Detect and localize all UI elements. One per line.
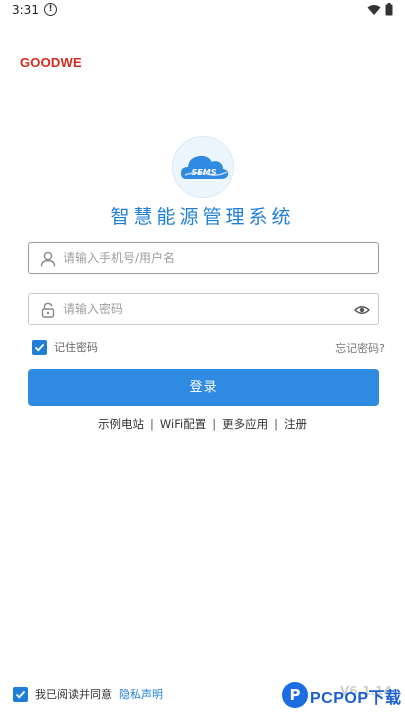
username-field[interactable]	[28, 242, 379, 274]
eye-icon[interactable]	[354, 302, 370, 318]
agree-checkbox[interactable]	[13, 686, 28, 702]
agree-label: 我已阅读并同意	[35, 688, 112, 701]
password-field[interactable]	[28, 293, 379, 325]
link-demo-station[interactable]: 示例电站	[98, 417, 144, 431]
sems-icon-label: SEMS	[191, 168, 217, 177]
goodwe-logo: GOODWE	[20, 55, 82, 70]
app-title: 智慧能源管理系统	[110, 206, 295, 228]
pcpop-logo-icon: P	[282, 682, 308, 708]
remember-label: 记住密码	[54, 341, 98, 354]
check-icon	[34, 343, 45, 351]
privacy-policy-link[interactable]: 隐私声明	[119, 686, 163, 702]
check-icon	[15, 690, 26, 698]
link-separator: |	[274, 417, 278, 431]
pcpop-watermark-text: PCPOP下载	[310, 690, 402, 707]
link-register[interactable]: 注册	[284, 417, 307, 431]
status-bar: 3:31 !	[0, 0, 405, 22]
lock-icon	[41, 302, 55, 318]
username-input[interactable]	[63, 243, 343, 273]
link-separator: |	[150, 417, 154, 431]
user-icon	[40, 251, 56, 267]
remember-checkbox[interactable]	[32, 339, 47, 355]
alert-icon: !	[44, 3, 57, 16]
login-button[interactable]: 登录	[28, 369, 379, 406]
status-icons	[367, 3, 393, 16]
password-input[interactable]	[63, 294, 343, 324]
status-time: 3:31	[12, 3, 39, 17]
privacy-agreement[interactable]: 我已阅读并同意 隐私声明	[13, 686, 163, 702]
link-wifi-config[interactable]: WiFi配置	[160, 417, 206, 431]
forgot-password-link[interactable]: 忘记密码?	[335, 340, 385, 356]
quick-links: 示例电站 | WiFi配置 | 更多应用 | 注册	[0, 416, 405, 432]
remember-password[interactable]: 记住密码	[32, 339, 98, 355]
pcpop-watermark: P PCPOP下载	[282, 680, 402, 714]
sems-cloud-icon: SEMS	[172, 136, 234, 198]
wifi-icon	[367, 4, 381, 15]
battery-icon	[385, 3, 393, 16]
link-separator: |	[212, 417, 217, 431]
link-more-apps[interactable]: 更多应用	[222, 417, 268, 431]
